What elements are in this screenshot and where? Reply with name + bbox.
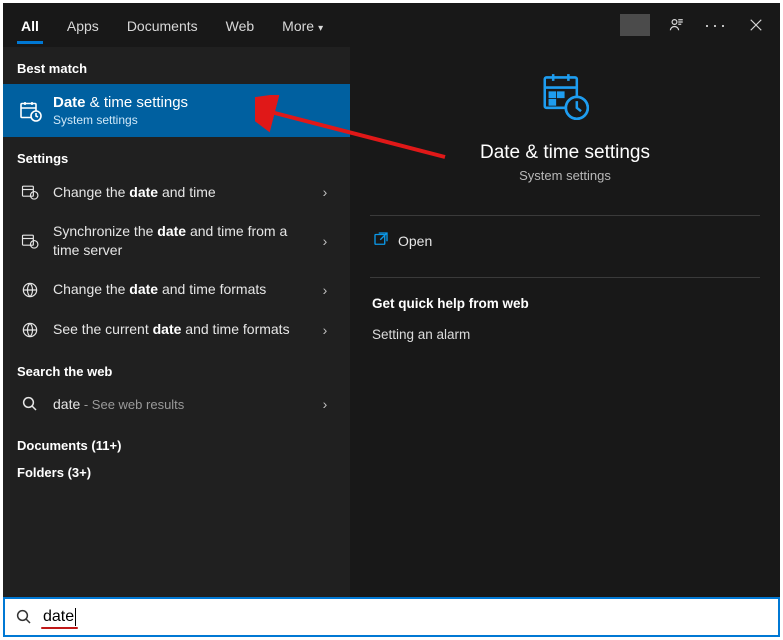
settings-result[interactable]: Change the date and time formats › xyxy=(3,270,350,310)
search-box[interactable]: date xyxy=(3,597,780,637)
tab-more[interactable]: More▾ xyxy=(268,6,337,44)
preview-pane: Date & time settings System settings Ope… xyxy=(350,47,780,597)
best-match-title: Date & time settings xyxy=(53,94,188,111)
preview-title: Date & time settings xyxy=(480,142,650,164)
open-icon xyxy=(372,230,398,251)
settings-result[interactable]: Change the date and time › xyxy=(3,172,350,212)
search-query-text: date xyxy=(43,608,74,626)
settings-result[interactable]: Synchronize the date and time from a tim… xyxy=(3,212,350,270)
date-time-icon xyxy=(17,99,43,123)
text-cursor xyxy=(75,608,76,626)
tab-documents[interactable]: Documents xyxy=(113,6,212,44)
result-text: Change the date and time formats xyxy=(53,280,314,299)
best-match-subtitle: System settings xyxy=(53,113,188,127)
chevron-down-icon: ▾ xyxy=(318,23,323,34)
settings-result[interactable]: See the current date and time formats › xyxy=(3,310,350,350)
account-tile[interactable] xyxy=(620,14,650,36)
open-label: Open xyxy=(398,233,432,249)
tab-web[interactable]: Web xyxy=(212,6,269,44)
feedback-icon[interactable] xyxy=(656,5,696,45)
tab-all[interactable]: All xyxy=(7,6,53,44)
chevron-right-icon: › xyxy=(314,322,336,338)
help-link[interactable]: Setting an alarm xyxy=(350,321,780,348)
best-match-result[interactable]: Date & time settings System settings xyxy=(3,84,350,137)
sync-time-icon xyxy=(17,231,43,251)
result-text: date - See web results xyxy=(53,395,314,414)
search-icon xyxy=(15,608,33,626)
result-text: Change the date and time xyxy=(53,183,314,202)
chevron-right-icon: › xyxy=(314,282,336,298)
open-action[interactable]: Open xyxy=(350,216,780,265)
search-filter-tabs: All Apps Documents Web More▾ ··· xyxy=(3,3,780,47)
chevron-right-icon: › xyxy=(314,233,336,249)
web-result[interactable]: date - See web results › xyxy=(3,385,350,424)
result-text: Synchronize the date and time from a tim… xyxy=(53,222,314,260)
tab-apps[interactable]: Apps xyxy=(53,6,113,44)
quick-help-title: Get quick help from web xyxy=(350,278,780,321)
date-time-icon xyxy=(17,182,43,202)
date-time-icon xyxy=(538,69,592,128)
search-icon xyxy=(17,395,43,413)
chevron-right-icon: › xyxy=(314,396,336,412)
section-documents[interactable]: Documents (11+) xyxy=(3,424,350,453)
section-folders[interactable]: Folders (3+) xyxy=(3,453,350,496)
preview-subtitle: System settings xyxy=(519,168,611,183)
region-format-icon xyxy=(17,320,43,340)
section-settings: Settings xyxy=(3,137,350,172)
chevron-right-icon: › xyxy=(314,184,336,200)
section-search-web: Search the web xyxy=(3,350,350,385)
result-text: See the current date and time formats xyxy=(53,320,314,339)
section-best-match: Best match xyxy=(3,47,350,84)
close-icon[interactable] xyxy=(736,5,776,45)
results-list: Best match Date & time settings System s… xyxy=(3,47,350,597)
more-options-icon[interactable]: ··· xyxy=(696,5,736,45)
region-format-icon xyxy=(17,280,43,300)
